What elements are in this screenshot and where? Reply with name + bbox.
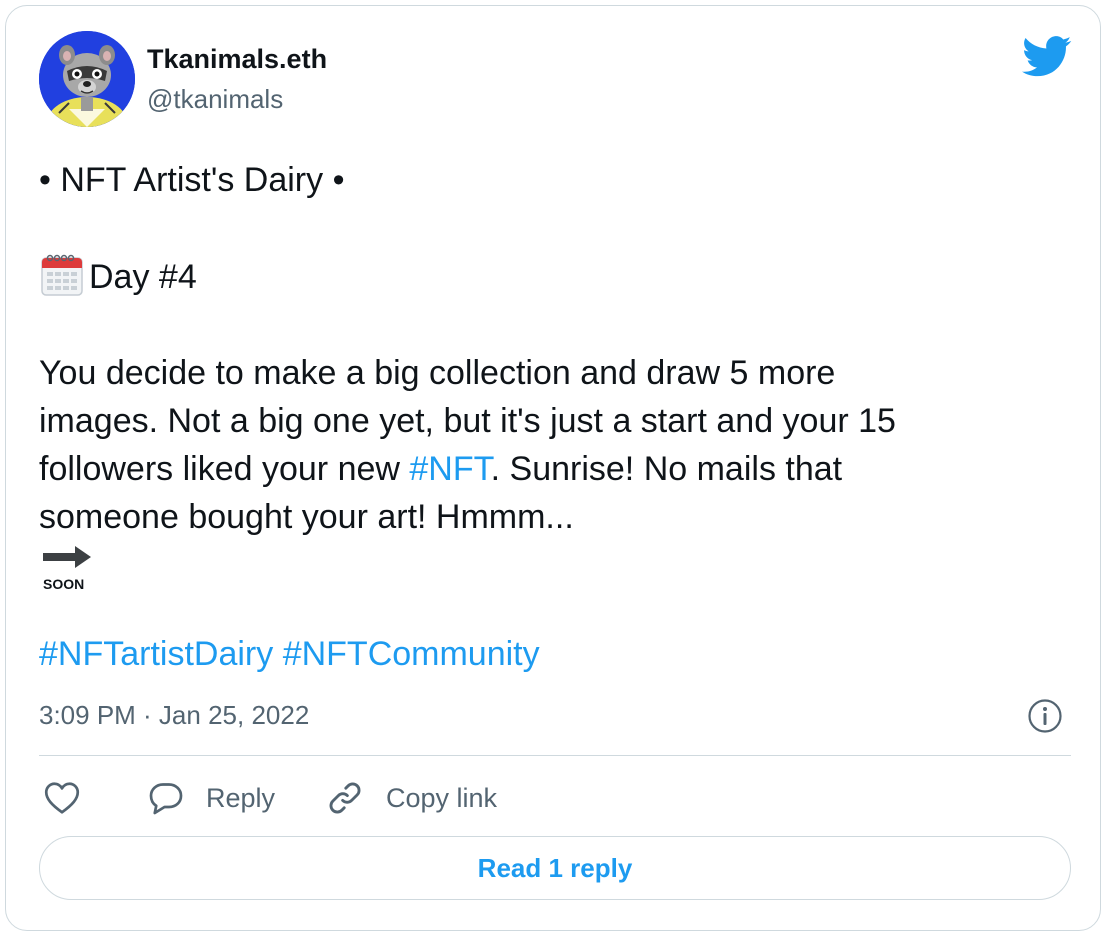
tweet-card: Tkanimals.eth @tkanimals • NFT Artist's … [5, 5, 1101, 931]
avatar-raccoon-illustration [39, 31, 135, 127]
link-icon [329, 782, 361, 814]
hashtag-nft-link[interactable]: #NFT [409, 450, 490, 488]
reply-bubble-icon [149, 783, 183, 815]
like-button[interactable] [44, 776, 80, 820]
soon-label: SOON [43, 576, 84, 592]
hashtags-line: #NFTartistDairy #NFTCommunity [39, 632, 540, 676]
reply-label: Reply [206, 782, 276, 813]
tweet-body-line-4: someone bought your art! Hmmm... [39, 498, 574, 536]
body-text-before-hashtag: followers liked your new [39, 450, 410, 488]
tweet-timestamp[interactable]: 3:09 PM · Jan 25, 2022 [39, 698, 309, 732]
tweet-body-line-2: images. Not a big one yet, but it's just… [39, 402, 896, 440]
tweet-body-line-1: You decide to make a big collection and … [39, 354, 836, 392]
copy-link-button[interactable]: Copy link [326, 776, 497, 820]
author-name[interactable]: Tkanimals.eth [147, 42, 327, 76]
day-label: Day #4 [89, 258, 197, 296]
author-handle[interactable]: @tkanimals [147, 83, 283, 115]
reply-button[interactable]: Reply [148, 776, 275, 820]
avatar[interactable] [39, 31, 135, 127]
twitter-bird-icon[interactable] [1022, 36, 1072, 78]
info-icon[interactable] [1027, 698, 1063, 734]
tweet-text: • NFT Artist's Dairy • Day #4 You decide… [39, 156, 1039, 597]
tweet-day-line: Day #4 [39, 252, 1039, 301]
divider [39, 755, 1071, 756]
tweet-body-line-3: followers liked your new #NFT. Sunrise! … [39, 445, 1039, 493]
heart-icon [44, 782, 80, 814]
body-text-after-hashtag: . Sunrise! No mails that [490, 450, 843, 488]
read-replies-button[interactable]: Read 1 reply [39, 836, 1071, 900]
read-replies-label: Read 1 reply [477, 852, 633, 883]
soon-arrow-icon: SOON [41, 545, 101, 597]
hashtag-nftartistdairy-link[interactable]: #NFTartistDairy [39, 635, 273, 673]
hashtag-nftcommunity-link[interactable]: #NFTCommunity [283, 635, 540, 673]
calendar-icon [39, 252, 85, 298]
tweet-title-line: • NFT Artist's Dairy • [39, 161, 345, 199]
copy-link-label: Copy link [386, 782, 498, 813]
